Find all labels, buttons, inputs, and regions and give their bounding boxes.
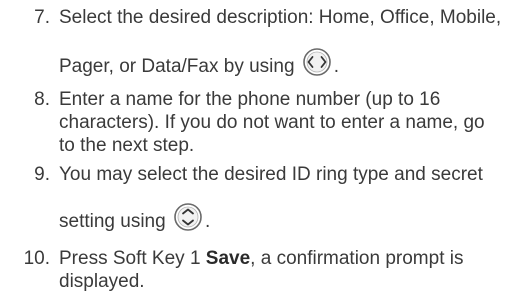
- step-text-line: setting using .: [59, 202, 211, 240]
- save-soft-key-label: Save: [205, 248, 251, 269]
- step-text: .: [204, 211, 211, 233]
- step-text-line: Enter a name for the phone number (up to…: [59, 89, 441, 110]
- step-number: 9.: [34, 164, 50, 185]
- step-text: , a confirmation prompt is: [250, 248, 464, 269]
- step-number: 7.: [34, 7, 50, 28]
- step-text-line: characters). If you do not want to enter…: [59, 112, 485, 133]
- step-text: Pager, or Data/Fax by using: [59, 56, 295, 78]
- step-text: setting using: [59, 211, 166, 233]
- step-number: 10.: [23, 248, 50, 269]
- step-text: .: [333, 56, 340, 78]
- step-text-line: Press Soft Key 1 Save, a confirmation pr…: [59, 247, 463, 270]
- step-number: 8.: [34, 89, 50, 110]
- manual-instructions: 7. Select the desired description: Home,…: [0, 0, 532, 297]
- step-text-line: to the next step.: [59, 135, 195, 156]
- step-text-line: displayed.: [59, 271, 145, 292]
- step-text-line: Select the desired description: Home, Of…: [59, 7, 502, 28]
- step-text: Press Soft Key 1: [59, 248, 201, 269]
- left-right-navigation-key-icon: [300, 47, 334, 83]
- step-text-line: You may select the desired ID ring type …: [59, 164, 483, 185]
- step-text-line: Pager, or Data/Fax by using .: [59, 47, 340, 85]
- up-down-navigation-key-icon: [171, 202, 205, 238]
